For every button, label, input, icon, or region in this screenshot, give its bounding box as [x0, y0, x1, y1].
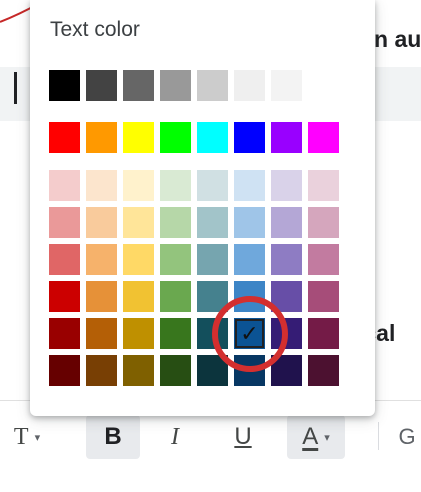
color-swatch[interactable]	[234, 355, 265, 386]
color-swatch[interactable]	[49, 281, 80, 312]
color-swatch[interactable]	[86, 70, 117, 101]
link-button[interactable]: G	[392, 415, 421, 459]
color-swatch[interactable]	[234, 122, 265, 153]
color-swatch[interactable]	[271, 318, 302, 349]
color-swatch[interactable]	[197, 355, 228, 386]
link-icon: G	[398, 424, 416, 449]
italic-label: I	[171, 423, 179, 450]
color-swatch[interactable]	[49, 318, 80, 349]
color-swatch[interactable]	[160, 244, 191, 275]
toolbar-divider	[378, 422, 379, 450]
color-swatch[interactable]: ✓	[234, 318, 265, 349]
color-swatch[interactable]	[197, 281, 228, 312]
color-swatch[interactable]	[160, 70, 191, 101]
color-swatch[interactable]	[271, 281, 302, 312]
color-swatch[interactable]	[197, 318, 228, 349]
color-swatch[interactable]	[271, 122, 302, 153]
color-swatch[interactable]	[49, 122, 80, 153]
color-swatch[interactable]	[271, 355, 302, 386]
color-swatch[interactable]	[160, 355, 191, 386]
color-swatch[interactable]	[308, 207, 339, 238]
color-swatch[interactable]	[234, 244, 265, 275]
document-text-fragment: n au	[374, 26, 421, 52]
text-color-button[interactable]: A ▾	[287, 415, 345, 459]
color-swatch[interactable]	[271, 207, 302, 238]
color-swatch[interactable]	[308, 170, 339, 201]
color-swatch[interactable]	[308, 122, 339, 153]
color-swatch[interactable]	[160, 281, 191, 312]
color-swatch[interactable]	[271, 170, 302, 201]
color-swatch[interactable]	[49, 207, 80, 238]
color-swatch[interactable]	[271, 244, 302, 275]
underline-label: U	[234, 423, 252, 450]
checkmark-icon: ✓	[240, 320, 259, 346]
chevron-down-icon: ▾	[324, 431, 330, 444]
color-swatch[interactable]	[160, 318, 191, 349]
color-swatch[interactable]	[271, 70, 302, 101]
color-swatch[interactable]	[123, 70, 154, 101]
color-swatch[interactable]	[308, 244, 339, 275]
color-swatch[interactable]	[86, 122, 117, 153]
color-swatch[interactable]	[49, 244, 80, 275]
color-swatch[interactable]	[197, 70, 228, 101]
bold-button[interactable]: B	[86, 415, 140, 459]
color-swatch[interactable]	[123, 170, 154, 201]
color-swatch[interactable]	[123, 207, 154, 238]
color-swatch[interactable]	[197, 170, 228, 201]
picker-title: Text color	[50, 18, 140, 41]
color-swatch[interactable]	[197, 122, 228, 153]
color-swatch[interactable]	[308, 318, 339, 349]
color-swatch[interactable]	[49, 70, 80, 101]
color-swatch[interactable]	[123, 318, 154, 349]
text-color-label: A	[302, 423, 319, 450]
color-swatch[interactable]	[160, 207, 191, 238]
color-swatch[interactable]	[197, 207, 228, 238]
color-swatch[interactable]	[86, 355, 117, 386]
font-button[interactable]: T ▾	[8, 415, 46, 459]
color-swatch[interactable]	[160, 122, 191, 153]
underline-button[interactable]: U	[223, 415, 263, 459]
color-swatch[interactable]	[308, 355, 339, 386]
color-swatch[interactable]	[86, 318, 117, 349]
color-swatch[interactable]	[308, 281, 339, 312]
color-swatch[interactable]	[160, 170, 191, 201]
color-swatch[interactable]	[234, 207, 265, 238]
color-swatch[interactable]	[197, 244, 228, 275]
color-swatch[interactable]	[49, 170, 80, 201]
color-swatch[interactable]	[86, 281, 117, 312]
color-swatch[interactable]	[123, 244, 154, 275]
italic-button[interactable]: I	[155, 415, 195, 459]
color-swatch[interactable]	[234, 281, 265, 312]
color-swatch[interactable]	[123, 122, 154, 153]
color-swatch[interactable]	[86, 207, 117, 238]
font-label: T	[13, 423, 29, 450]
chevron-down-icon: ▾	[34, 431, 41, 444]
color-swatch[interactable]	[86, 170, 117, 201]
color-swatch[interactable]	[123, 355, 154, 386]
bold-label: B	[104, 423, 122, 450]
color-swatch[interactable]	[234, 170, 265, 201]
color-swatch[interactable]	[123, 281, 154, 312]
color-swatch[interactable]	[86, 244, 117, 275]
text-color-picker: Text color ✓	[30, 0, 375, 416]
text-cursor	[14, 72, 17, 104]
color-swatch[interactable]	[234, 70, 265, 101]
color-swatch[interactable]	[49, 355, 80, 386]
